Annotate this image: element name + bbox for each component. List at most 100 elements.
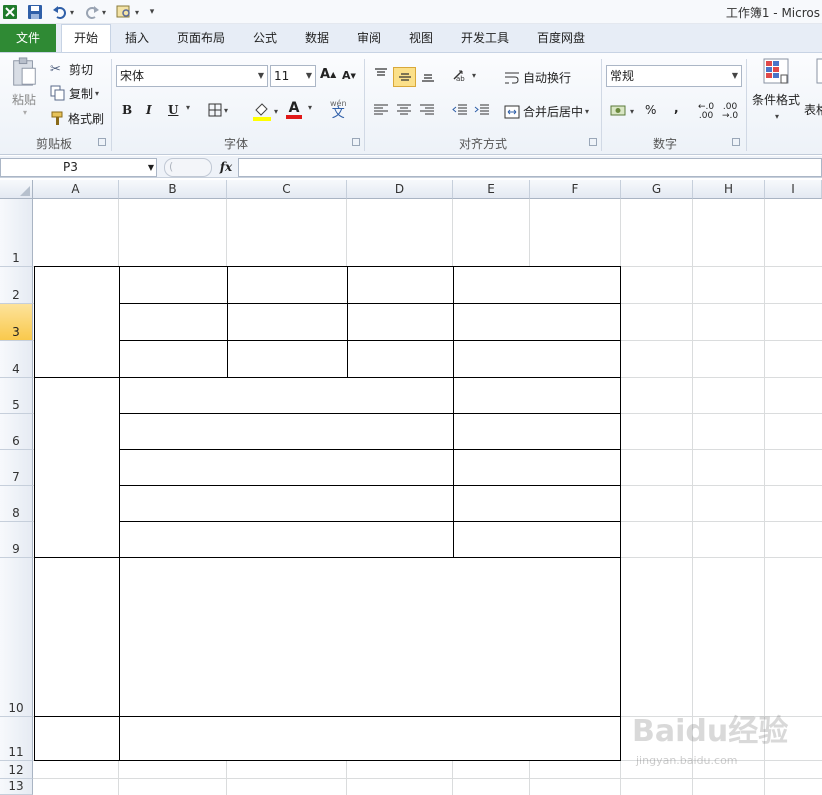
table-cell-c2[interactable] xyxy=(227,266,348,304)
row-header-10[interactable]: 10 xyxy=(0,558,33,717)
customize-quick-access-icon[interactable]: ▾ xyxy=(146,3,158,21)
row-header-6[interactable]: 6 xyxy=(0,414,33,450)
phonetic-guide-button[interactable]: wén 文 xyxy=(330,99,347,120)
row-header-5[interactable]: 5 xyxy=(0,378,33,414)
formula-input[interactable] xyxy=(238,158,822,177)
select-all-corner[interactable] xyxy=(0,180,33,199)
column-header-d[interactable]: D xyxy=(347,180,453,199)
table-cell-e8-f8[interactable] xyxy=(453,485,621,522)
column-header-i[interactable]: I xyxy=(765,180,822,199)
row-header-8[interactable]: 8 xyxy=(0,486,33,522)
row-header-11[interactable]: 11 xyxy=(0,717,33,761)
alignment-dialog-launcher-icon[interactable] xyxy=(589,138,597,146)
font-dialog-launcher-icon[interactable] xyxy=(352,138,360,146)
font-color-button[interactable]: A xyxy=(286,101,302,119)
tab-formulas[interactable]: 公式 xyxy=(242,24,288,52)
copy-button[interactable]: 复制 ▾ xyxy=(50,84,99,102)
excel-logo-icon[interactable] xyxy=(2,3,18,21)
tab-home[interactable]: 开始 xyxy=(61,24,111,54)
undo-icon[interactable]: ▾ xyxy=(50,3,76,21)
align-bottom-button[interactable] xyxy=(420,69,436,83)
row-header-3[interactable]: 3 xyxy=(0,304,33,341)
insert-function-button[interactable]: fx xyxy=(216,158,236,177)
table-cell-b9-d9[interactable] xyxy=(119,521,454,558)
table-cell-a2-a4[interactable] xyxy=(34,266,120,378)
align-top-button[interactable] xyxy=(373,67,389,81)
column-header-g[interactable]: G xyxy=(621,180,693,199)
table-cell-a5-a9[interactable] xyxy=(34,377,120,558)
tab-insert[interactable]: 插入 xyxy=(114,24,160,52)
row-header-12[interactable]: 12 xyxy=(0,761,33,779)
conditional-formatting-button[interactable]: 条件格式 ▾ xyxy=(752,57,800,121)
table-cell-a11[interactable] xyxy=(34,716,120,761)
table-cell-e6-f6[interactable] xyxy=(453,413,621,450)
custom-tool-icon[interactable]: ▾ xyxy=(112,3,142,21)
row-header-13[interactable]: 13 xyxy=(0,779,33,795)
column-header-c[interactable]: C xyxy=(227,180,347,199)
align-middle-button[interactable] xyxy=(393,67,416,87)
table-cell-e3-f3[interactable] xyxy=(453,303,621,341)
table-cell-d2[interactable] xyxy=(347,266,454,304)
tab-developer[interactable]: 开发工具 xyxy=(450,24,520,52)
column-header-h[interactable]: H xyxy=(693,180,765,199)
decrease-indent-button[interactable] xyxy=(452,103,468,117)
clipboard-dialog-launcher-icon[interactable] xyxy=(98,138,106,146)
number-dialog-launcher-icon[interactable] xyxy=(732,138,740,146)
table-cell-c3[interactable] xyxy=(227,303,348,341)
accounting-format-button[interactable]: ▾ xyxy=(610,103,634,119)
increase-indent-button[interactable] xyxy=(474,103,490,117)
table-cell-b3[interactable] xyxy=(119,303,228,341)
wrap-text-button[interactable]: 自动换行 xyxy=(504,69,571,86)
number-format-select[interactable]: 常规 ▼ xyxy=(606,65,742,87)
table-cell-b5-d5[interactable] xyxy=(119,377,454,414)
format-as-table-button[interactable]: 表格 xyxy=(804,57,822,118)
table-cell-d3[interactable] xyxy=(347,303,454,341)
italic-button[interactable]: I xyxy=(146,103,152,117)
table-cell-e4-f4[interactable] xyxy=(453,340,621,378)
table-cell-b10-f10[interactable] xyxy=(119,557,621,717)
table-cell-b8-d8[interactable] xyxy=(119,485,454,522)
redo-icon[interactable]: ▾ xyxy=(82,3,108,21)
table-cell-b7-d7[interactable] xyxy=(119,449,454,486)
table-cell-a10[interactable] xyxy=(34,557,120,717)
formula-bar-resize-handle[interactable]: ( xyxy=(164,158,212,177)
table-cell-b4[interactable] xyxy=(119,340,228,378)
table-cell-c4[interactable] xyxy=(227,340,348,378)
table-cell-e9-f9[interactable] xyxy=(453,521,621,558)
table-cell-d4[interactable] xyxy=(347,340,454,378)
name-box[interactable]: P3 ▼ xyxy=(0,158,157,177)
table-cell-e5-f5[interactable] xyxy=(453,377,621,414)
font-size-select[interactable]: 11 ▼ xyxy=(270,65,316,87)
decrease-decimal-button[interactable]: .00 →.0 xyxy=(722,103,738,121)
tab-view[interactable]: 视图 xyxy=(398,24,444,52)
font-name-select[interactable]: 宋体 ▼ xyxy=(116,65,268,87)
underline-dropdown-icon[interactable]: ▾ xyxy=(184,103,190,112)
underline-button[interactable]: U xyxy=(168,103,178,117)
tab-baidu-netdisk[interactable]: 百度网盘 xyxy=(526,24,596,52)
column-header-f[interactable]: F xyxy=(530,180,621,199)
table-cell-e7-f7[interactable] xyxy=(453,449,621,486)
tab-page-layout[interactable]: 页面布局 xyxy=(166,24,236,52)
table-cell-b2[interactable] xyxy=(119,266,228,304)
bold-button[interactable]: B xyxy=(122,103,132,117)
align-right-button[interactable] xyxy=(419,103,435,117)
percent-style-button[interactable]: % xyxy=(645,103,656,117)
table-cell-b6-d6[interactable] xyxy=(119,413,454,450)
comma-style-button[interactable]: , xyxy=(674,101,679,115)
tab-data[interactable]: 数据 xyxy=(294,24,340,52)
tab-file[interactable]: 文件 xyxy=(0,24,56,52)
row-header-7[interactable]: 7 xyxy=(0,450,33,486)
row-header-2[interactable]: 2 xyxy=(0,267,33,304)
cut-button[interactable]: ✂ 剪切 xyxy=(50,60,93,78)
increase-decimal-button[interactable]: ←.0.00 xyxy=(698,103,714,121)
increase-font-size-button[interactable]: A ▲ xyxy=(320,67,336,82)
fill-color-button[interactable]: ▾ xyxy=(252,101,278,121)
orientation-button[interactable]: ab ▾ xyxy=(452,67,476,83)
paste-button[interactable]: 粘贴 ▾ xyxy=(6,57,42,117)
column-header-e[interactable]: E xyxy=(453,180,530,199)
table-cell-e2-f2[interactable] xyxy=(453,266,621,304)
borders-button[interactable]: ▾ xyxy=(208,103,228,117)
column-header-a[interactable]: A xyxy=(33,180,119,199)
row-header-4[interactable]: 4 xyxy=(0,341,33,378)
format-painter-button[interactable]: 格式刷 xyxy=(50,109,104,127)
